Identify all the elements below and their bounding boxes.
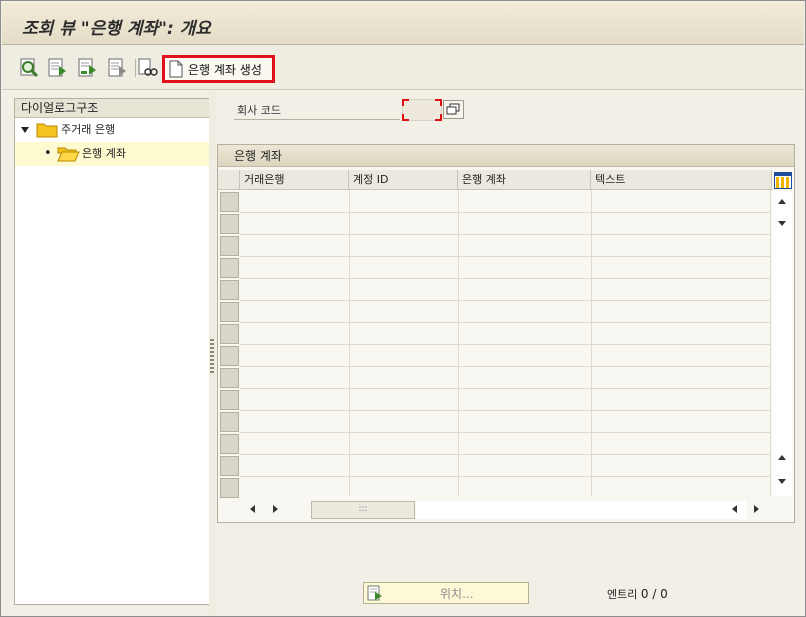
page-up-icon[interactable]	[778, 455, 786, 460]
scroll-down-icon[interactable]	[778, 221, 786, 226]
dialog-structure-panel: 다이얼로그구조 주거래 은행 • 은행 계좌	[14, 98, 210, 605]
table-row[interactable]	[240, 234, 770, 235]
folder-icon	[36, 123, 58, 138]
splitter-grip[interactable]	[210, 339, 214, 375]
row-selector[interactable]	[220, 412, 239, 432]
table-row[interactable]	[240, 322, 770, 323]
window-frame: 조회 뷰 "은행 계좌": 개요 은행 계좌 생성 다이얼로그구조 주거래 은행…	[0, 0, 806, 617]
select-all-rows-cell[interactable]	[218, 170, 240, 190]
row-selector[interactable]	[220, 456, 239, 476]
table-row[interactable]	[240, 366, 770, 367]
create-bank-account-label: 은행 계좌 생성	[188, 62, 262, 77]
expand-arrow-icon[interactable]	[21, 127, 29, 133]
row-selector[interactable]	[220, 214, 239, 234]
next-entry-icon[interactable]	[77, 57, 99, 79]
bank-account-table: 은행 계좌 거래은행 계정 ID 은행 계좌 텍스트:::	[217, 144, 795, 523]
row-selector[interactable]	[220, 478, 239, 498]
row-selector[interactable]	[220, 236, 239, 256]
tree-item-label: 은행 계좌	[82, 147, 126, 160]
position-button-label: 위치...	[440, 587, 474, 601]
value-help-button[interactable]	[443, 100, 464, 119]
company-code-input[interactable]	[402, 99, 442, 121]
pane-splitter[interactable]	[209, 91, 216, 616]
column-header-text[interactable]: 텍스트	[591, 170, 772, 190]
vertical-scrollbar[interactable]	[772, 191, 792, 496]
scroll-up-icon[interactable]	[778, 199, 786, 204]
entries-value: 0 / 0	[640, 587, 668, 601]
company-code-label: 회사 코드	[237, 104, 281, 117]
title-bar: 조회 뷰 "은행 계좌": 개요	[2, 2, 804, 45]
table-row[interactable]	[240, 212, 770, 213]
open-folder-icon	[57, 147, 80, 162]
row-selector[interactable]	[220, 346, 239, 366]
value-help-icon	[446, 103, 460, 115]
check-icon[interactable]	[18, 57, 40, 79]
scroll-left-end-icon[interactable]	[732, 505, 737, 513]
column-header-bank-account[interactable]: 은행 계좌	[458, 170, 591, 190]
table-row[interactable]	[240, 410, 770, 411]
entries-label: 엔트리	[607, 588, 638, 601]
column-header-account-id[interactable]: 계정 ID	[349, 170, 458, 190]
scroll-left-icon[interactable]	[250, 505, 255, 513]
new-document-icon	[169, 60, 183, 78]
table-row[interactable]	[240, 388, 770, 389]
company-code-underline	[234, 119, 400, 120]
row-selector[interactable]	[220, 368, 239, 388]
row-selector[interactable]	[220, 302, 239, 322]
position-icon	[367, 585, 382, 601]
row-selector[interactable]	[220, 258, 239, 278]
horizontal-scroll-thumb[interactable]: :::	[311, 501, 415, 519]
where-used-icon[interactable]	[137, 57, 159, 79]
row-selector[interactable]	[220, 390, 239, 410]
tree-item-label: 주거래 은행	[61, 123, 116, 136]
column-settings-icon[interactable]	[774, 172, 792, 189]
table-row[interactable]	[240, 278, 770, 279]
row-selector[interactable]	[220, 324, 239, 344]
create-bank-account-button[interactable]: 은행 계좌 생성	[162, 55, 275, 83]
table-row[interactable]	[240, 300, 770, 301]
row-selector[interactable]	[220, 280, 239, 300]
row-selector[interactable]	[220, 192, 239, 212]
table-row[interactable]	[240, 476, 770, 477]
horizontal-scroll-track[interactable]	[416, 501, 746, 519]
toolbar-separator	[135, 59, 136, 77]
application-toolbar: 은행 계좌 생성	[2, 45, 804, 90]
dialog-structure-header: 다이얼로그구조	[15, 99, 209, 118]
column-header-house-bank[interactable]: 거래은행	[240, 170, 349, 190]
table-row[interactable]	[240, 344, 770, 345]
entries-counter: 엔트리 0 / 0	[607, 586, 668, 602]
tree-item-main-bank[interactable]: 주거래 은행	[15, 118, 209, 142]
row-selector[interactable]	[220, 434, 239, 454]
window-title: 조회 뷰 "은행 계좌": 개요	[22, 19, 211, 39]
select-all-icon[interactable]	[107, 57, 129, 79]
position-button[interactable]: 위치...	[363, 582, 529, 604]
table-row[interactable]	[240, 432, 770, 433]
bullet-icon: •	[44, 146, 52, 161]
table-row[interactable]	[240, 454, 770, 455]
table-row[interactable]	[240, 256, 770, 257]
previous-entry-icon[interactable]	[47, 57, 69, 79]
page-down-icon[interactable]	[778, 479, 786, 484]
table-title: 은행 계좌	[218, 145, 794, 167]
scroll-right-icon[interactable]	[273, 505, 278, 513]
horizontal-scrollbar[interactable]: :::	[240, 498, 770, 520]
scroll-right-end-icon[interactable]	[754, 505, 759, 513]
tree-item-bank-account[interactable]: • 은행 계좌	[15, 142, 209, 166]
